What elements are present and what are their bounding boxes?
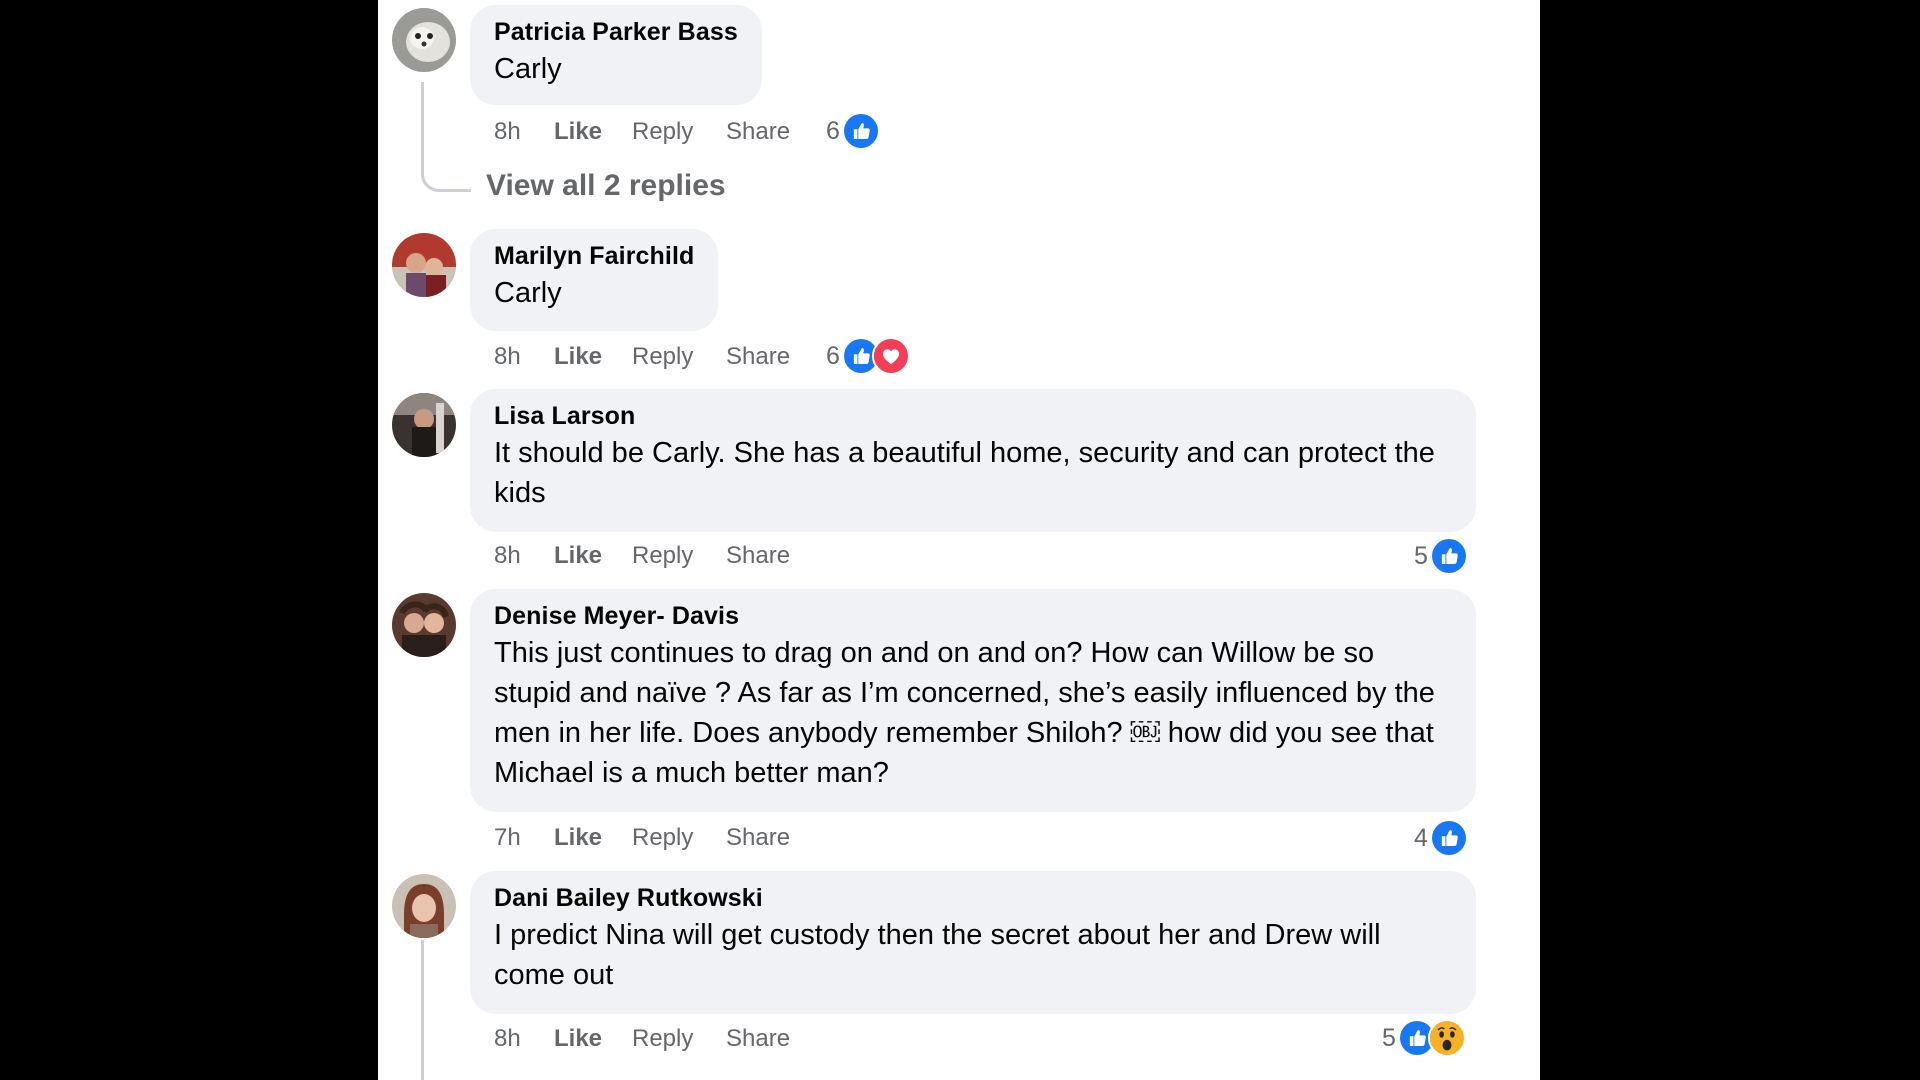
- reaction-count: 4: [1414, 823, 1428, 852]
- avatar[interactable]: [392, 233, 456, 297]
- comment-text: It should be Carly. She has a beautiful …: [494, 437, 1435, 509]
- like-button[interactable]: Like: [554, 824, 632, 852]
- comment-text: Carly: [494, 277, 562, 309]
- comment-author[interactable]: Patricia Parker Bass: [494, 17, 738, 47]
- wow-icon: [1427, 1019, 1466, 1057]
- reaction-count: 6: [826, 341, 840, 370]
- comment-actions: 8h Like Reply Share: [494, 339, 820, 375]
- like-button[interactable]: Like: [554, 343, 632, 371]
- avatar[interactable]: [392, 8, 456, 72]
- comments-panel: Patricia Parker Bass Carly 8h Like Reply…: [378, 0, 1540, 1080]
- comment-timestamp[interactable]: 7h: [494, 824, 554, 852]
- share-button[interactable]: Share: [726, 343, 820, 371]
- comment-timestamp[interactable]: 8h: [494, 118, 554, 146]
- reply-button[interactable]: Reply: [632, 542, 726, 570]
- reaction-summary[interactable]: 5: [1414, 537, 1468, 575]
- comment-actions: 8h Like Reply Share: [494, 538, 820, 574]
- like-icon: [841, 112, 880, 150]
- comment-bubble: Dani Bailey Rutkowski I predict Nina wil…: [470, 871, 1476, 1014]
- avatar[interactable]: [392, 593, 456, 657]
- comment-author[interactable]: Lisa Larson: [494, 401, 1452, 431]
- avatar[interactable]: [392, 874, 456, 938]
- thread-line: [421, 82, 424, 154]
- like-button[interactable]: Like: [554, 118, 632, 146]
- comment-text: I predict Nina will get custody then the…: [494, 919, 1381, 991]
- like-button[interactable]: Like: [554, 1025, 632, 1053]
- reaction-summary[interactable]: 6: [826, 337, 910, 375]
- thread-connector: [421, 152, 471, 192]
- reply-button[interactable]: Reply: [632, 118, 726, 146]
- reaction-summary[interactable]: 4: [1414, 819, 1468, 857]
- comment-author[interactable]: Marilyn Fairchild: [494, 241, 694, 271]
- comment-timestamp[interactable]: 8h: [494, 542, 554, 570]
- avatar[interactable]: [392, 393, 456, 457]
- share-button[interactable]: Share: [726, 118, 820, 146]
- like-icon: [1429, 537, 1468, 575]
- comment-bubble: Patricia Parker Bass Carly: [470, 5, 762, 105]
- reaction-count: 5: [1382, 1023, 1396, 1052]
- comment-actions: 7h Like Reply Share: [494, 820, 820, 856]
- reaction-count: 5: [1414, 541, 1428, 570]
- comment-actions: 8h Like Reply Share: [494, 1021, 820, 1057]
- share-button[interactable]: Share: [726, 542, 820, 570]
- reply-button[interactable]: Reply: [632, 824, 726, 852]
- like-icon: [1429, 819, 1468, 857]
- comment-bubble: Lisa Larson It should be Carly. She has …: [470, 389, 1476, 532]
- share-button[interactable]: Share: [726, 824, 820, 852]
- view-replies-link[interactable]: View all 2 replies: [486, 169, 726, 203]
- comment-bubble: Marilyn Fairchild Carly: [470, 229, 719, 331]
- comment-text: Carly: [494, 53, 562, 85]
- comment-author[interactable]: Denise Meyer- Davis: [494, 601, 1452, 631]
- reply-button[interactable]: Reply: [632, 1025, 726, 1053]
- reply-button[interactable]: Reply: [632, 343, 726, 371]
- comment-author[interactable]: Dani Bailey Rutkowski: [494, 883, 1452, 913]
- share-button[interactable]: Share: [726, 1025, 820, 1053]
- love-icon: [871, 337, 910, 375]
- reaction-summary[interactable]: 5: [1382, 1019, 1466, 1057]
- comment-actions: 8h Like Reply Share: [494, 114, 820, 150]
- reaction-count: 6: [826, 116, 840, 145]
- reaction-summary[interactable]: 6: [826, 112, 880, 150]
- comment-text: This just continues to drag on and on an…: [494, 637, 1435, 789]
- comment-bubble: Denise Meyer- Davis This just continues …: [470, 589, 1476, 812]
- thread-line: [421, 940, 424, 1080]
- like-button[interactable]: Like: [554, 542, 632, 570]
- comment-timestamp[interactable]: 8h: [494, 343, 554, 371]
- comment-timestamp[interactable]: 8h: [494, 1025, 554, 1053]
